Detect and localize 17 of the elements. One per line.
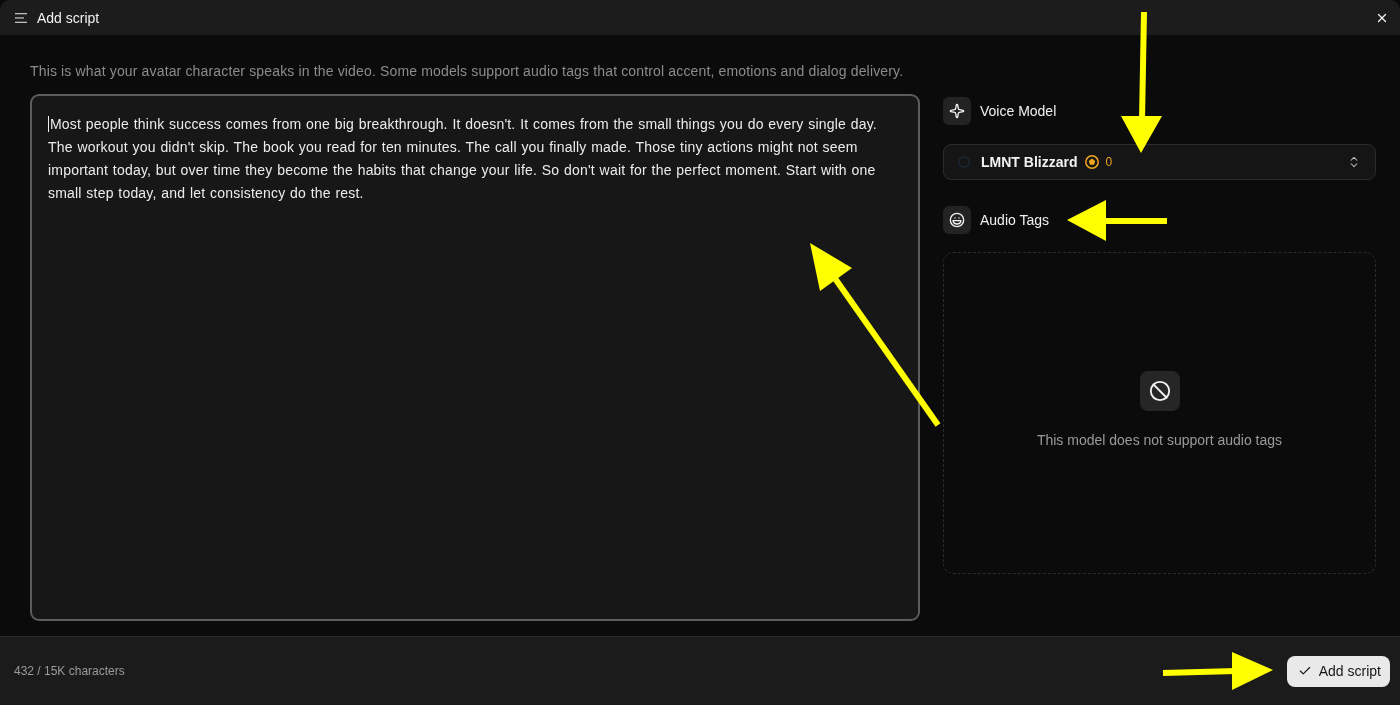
section-heading: Audio Tags: [980, 212, 1049, 228]
smiley-icon: [943, 206, 971, 234]
ring-icon: [958, 156, 970, 168]
model-select[interactable]: LMNT Blizzard 0: [943, 144, 1376, 180]
description-text: This is what your avatar character speaks in the video. Some models support audio tags that control accent, emotions and dialog delivery.: [30, 62, 905, 80]
check-icon: [1297, 664, 1312, 678]
empty-state-message: This model does not support audio tags: [1036, 431, 1283, 448]
dialog-title: Add script: [37, 9, 100, 26]
ban-icon: [1139, 370, 1180, 411]
section-heading: Voice Model: [980, 103, 1057, 119]
add-script-button[interactable]: Add script: [1286, 655, 1390, 687]
script-text-field[interactable]: Most people think success comes from one big breakthrough. It doesn't. It comes from the small things you do every single day. The workout you didn't skip. The book you read for ten minutes. The call you finally made. Those tiny actions might not seem important today, but over time they become the habits that change your life. So don't wait for the perfect moment. Start with one small step today, and let consistency do the rest.: [30, 94, 920, 621]
character-count: 432 / 15K characters: [14, 664, 125, 678]
sparkle-icon: [943, 97, 971, 125]
menu-icon[interactable]: [15, 12, 27, 23]
coin-icon: [1085, 155, 1100, 169]
text-cursor: [48, 116, 49, 132]
